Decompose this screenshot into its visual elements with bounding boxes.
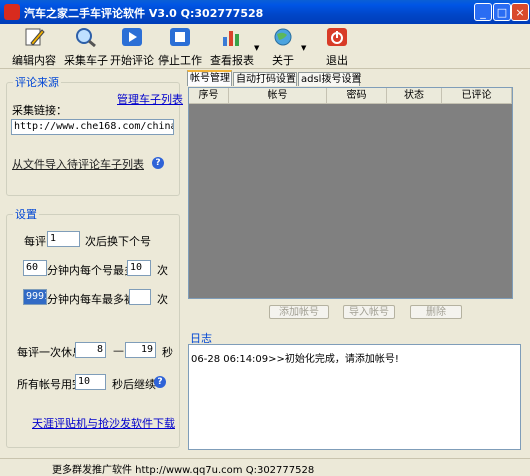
add-account-button[interactable]: 添加帐号 (269, 305, 329, 319)
delete-account-button[interactable]: 删除 (410, 305, 462, 319)
finish-suffix: 秒后继续 (112, 378, 156, 391)
import-account-button[interactable]: 导入帐号 (343, 305, 395, 319)
per-review-input[interactable]: 1 (47, 231, 80, 247)
import-from-file-link[interactable]: 从文件导入待评论车子列表 (12, 156, 144, 172)
stop-work-button[interactable]: 停止工作 (158, 27, 202, 67)
maximize-button[interactable]: □ (493, 3, 511, 21)
download-link[interactable]: 天涯评贴机与抢沙发软件下载 (32, 415, 175, 431)
settings-legend: 设置 (15, 208, 37, 221)
log-line: 06-28 06:14:09>>初始化完成，请添加帐号! (191, 354, 399, 365)
globe-icon (274, 28, 292, 46)
tab-auto-captcha[interactable]: 自动打码设置 (233, 72, 297, 86)
about-button[interactable]: 关于 (266, 27, 300, 67)
play-icon (122, 28, 142, 46)
window-title: 汽车之家二手车评论软件 V3.0 Q:302777528 (24, 7, 264, 20)
times-suffix: 次 (157, 264, 168, 277)
app-icon (4, 4, 20, 20)
report-dropdown-icon[interactable]: ▼ (254, 44, 259, 52)
rest-unit: 秒 (162, 346, 173, 359)
tab-adsl-dial[interactable]: adsl拨号设置 (298, 72, 361, 86)
stop-icon (170, 28, 190, 46)
car-minutes-input[interactable]: 9991 (23, 289, 47, 305)
rest-label: 每评一次休息 (17, 346, 83, 359)
collect-cars-button[interactable]: 采集车子 (62, 27, 110, 67)
grid-header-account[interactable]: 帐号 (229, 88, 327, 104)
rest-max-input[interactable]: 19 (125, 342, 156, 358)
review-source-legend: 评论来源 (15, 76, 59, 89)
power-icon (327, 28, 347, 46)
grid-header-status[interactable]: 状态 (387, 88, 442, 104)
collect-url-label: 采集链接： (12, 104, 67, 117)
manage-cars-link[interactable]: 管理车子列表 (117, 91, 183, 107)
grid-header-password[interactable]: 密码 (327, 88, 387, 104)
edit-content-button[interactable]: 编辑内容 (10, 27, 58, 67)
about-dropdown-icon[interactable]: ▼ (301, 44, 306, 52)
view-report-button[interactable]: 查看报表 (210, 27, 254, 67)
start-review-button[interactable]: 开始评论 (110, 27, 154, 67)
bar-chart-icon (223, 31, 239, 46)
status-bar: 更多群发推广软件 http://www.qq7u.com Q:302777528 (0, 458, 530, 476)
rest-min-input[interactable]: 8 (75, 342, 106, 358)
max-per-account-input[interactable]: 10 (127, 260, 151, 276)
finish-input[interactable]: 10 (75, 374, 106, 390)
per-review-label: 每评 (24, 235, 46, 248)
tab-account-management[interactable]: 帐号管理 (187, 70, 232, 86)
car-max-input[interactable] (129, 289, 151, 305)
log-area[interactable]: 06-28 06:14:09>>初始化完成，请添加帐号! (188, 344, 521, 450)
collect-url-input[interactable]: http://www.che168.com/china/a/a0_0 (11, 119, 174, 135)
magnifier-icon (76, 28, 96, 48)
close-button[interactable]: × (511, 3, 529, 21)
account-grid[interactable]: 序号 帐号 密码 状态 已评论 (188, 87, 513, 299)
finish-label: 所有帐号用完 (17, 378, 83, 391)
finish-help-icon[interactable]: ? (154, 376, 166, 388)
grid-header-index[interactable]: 序号 (189, 88, 229, 104)
minutes-input[interactable]: 60 (23, 260, 47, 276)
minimize-button[interactable]: _ (474, 3, 492, 21)
per-review-suffix: 次后换下个号 (85, 235, 151, 248)
grid-header-reviewed[interactable]: 已评论 (442, 88, 512, 104)
car-times-suffix: 次 (157, 293, 168, 306)
edit-icon (25, 28, 45, 46)
rest-dash: — (113, 344, 124, 357)
import-help-icon[interactable]: ? (152, 157, 164, 169)
exit-button[interactable]: 退出 (322, 27, 352, 67)
status-text: 更多群发推广软件 http://www.qq7u.com Q:302777528 (52, 465, 315, 476)
